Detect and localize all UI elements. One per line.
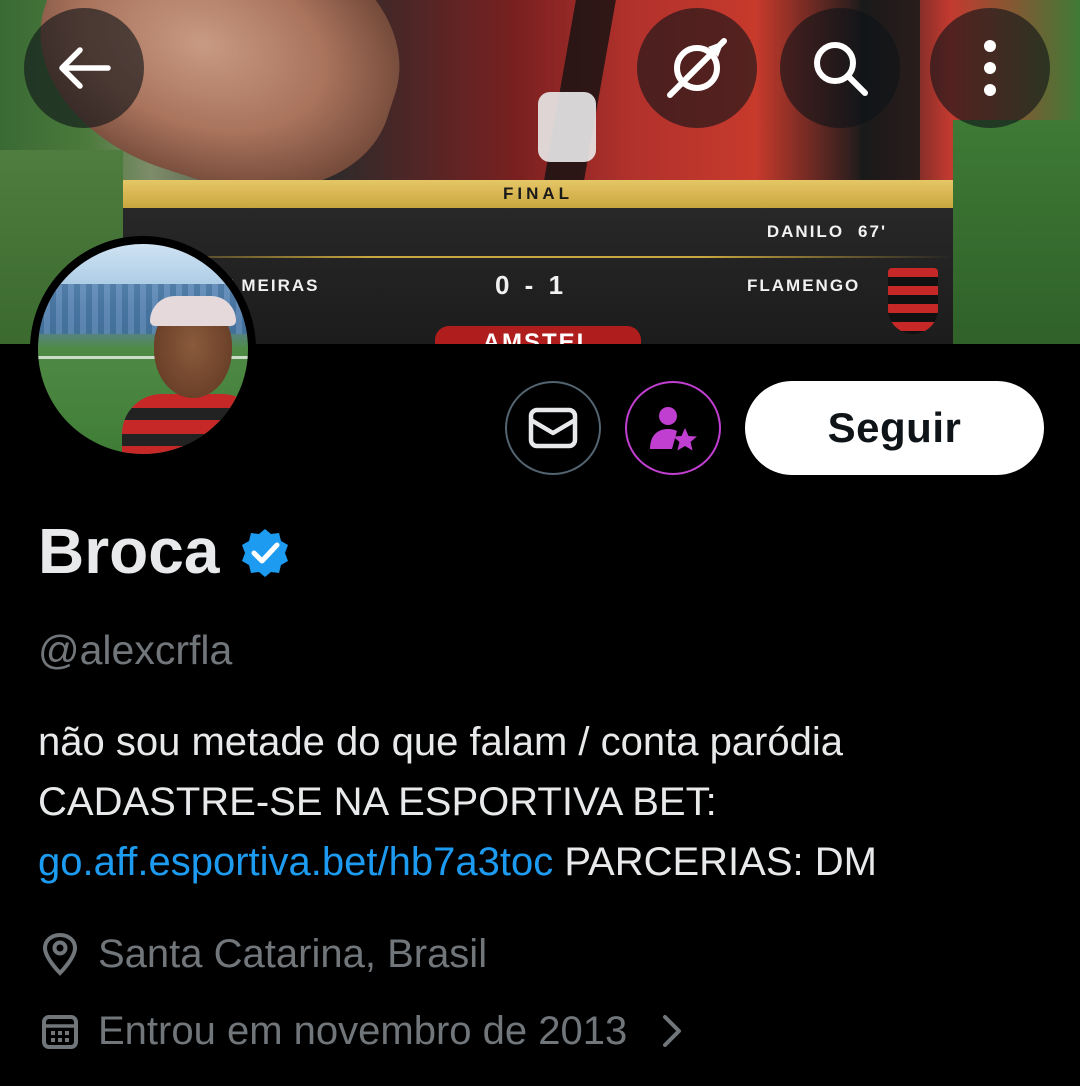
location-pin-icon <box>38 932 82 976</box>
arrow-left-icon <box>59 47 111 89</box>
grok-icon <box>667 38 727 98</box>
banner-wristband <box>538 92 596 162</box>
profile-handle: @alexcrfla <box>38 627 233 673</box>
profile-bio: não sou metade do que falam / conta paró… <box>38 712 1048 892</box>
avatar-cap <box>150 296 236 326</box>
avatar-shirt <box>122 394 248 454</box>
more-options-button[interactable] <box>930 8 1050 128</box>
profile-location: Santa Catarina, Brasil <box>38 930 487 978</box>
banner-pitch-right <box>953 120 1080 344</box>
envelope-icon <box>528 407 578 449</box>
profile-name-row: Broca <box>38 514 291 588</box>
search-icon <box>814 42 868 96</box>
scoreboard-sponsor: AMSTEL <box>435 326 641 344</box>
flamengo-crest-icon <box>888 268 938 334</box>
scoreboard-away-team: FLAMENGO <box>747 276 861 295</box>
scoreboard-scorer: DANILO 67' <box>767 222 887 242</box>
join-date-text: Entrou em novembro de 2013 <box>98 1009 628 1053</box>
chevron-right-icon <box>661 1013 683 1049</box>
scoreboard-minute: 67' <box>858 222 887 241</box>
scoreboard-score: 0 - 1 <box>495 270 568 300</box>
location-text: Santa Catarina, Brasil <box>98 932 488 976</box>
back-button[interactable] <box>24 8 144 128</box>
display-name: Broca <box>38 515 220 587</box>
verified-badge-icon[interactable] <box>239 527 291 579</box>
scoreboard-stage: FINAL <box>123 180 953 208</box>
bio-text-end: PARCERIAS: DM <box>553 840 877 884</box>
subscribe-button[interactable] <box>625 381 721 475</box>
scoreboard-divider <box>123 256 953 258</box>
calendar-icon <box>38 1009 82 1053</box>
more-vertical-icon <box>984 40 996 96</box>
search-button[interactable] <box>780 8 900 128</box>
profile-avatar[interactable] <box>30 236 256 462</box>
follow-button[interactable]: Seguir <box>745 381 1044 475</box>
bio-text: não sou metade do que falam / conta paró… <box>38 720 843 824</box>
avatar-image <box>38 244 248 454</box>
message-button[interactable] <box>505 381 601 475</box>
scoreboard-scorer-name: DANILO <box>766 222 845 241</box>
profile-join-date[interactable]: Entrou em novembro de 2013 <box>38 1007 683 1055</box>
grok-button[interactable] <box>637 8 757 128</box>
bio-link[interactable]: go.aff.esportiva.bet/hb7a3toc <box>38 840 553 884</box>
person-star-icon <box>650 407 697 451</box>
